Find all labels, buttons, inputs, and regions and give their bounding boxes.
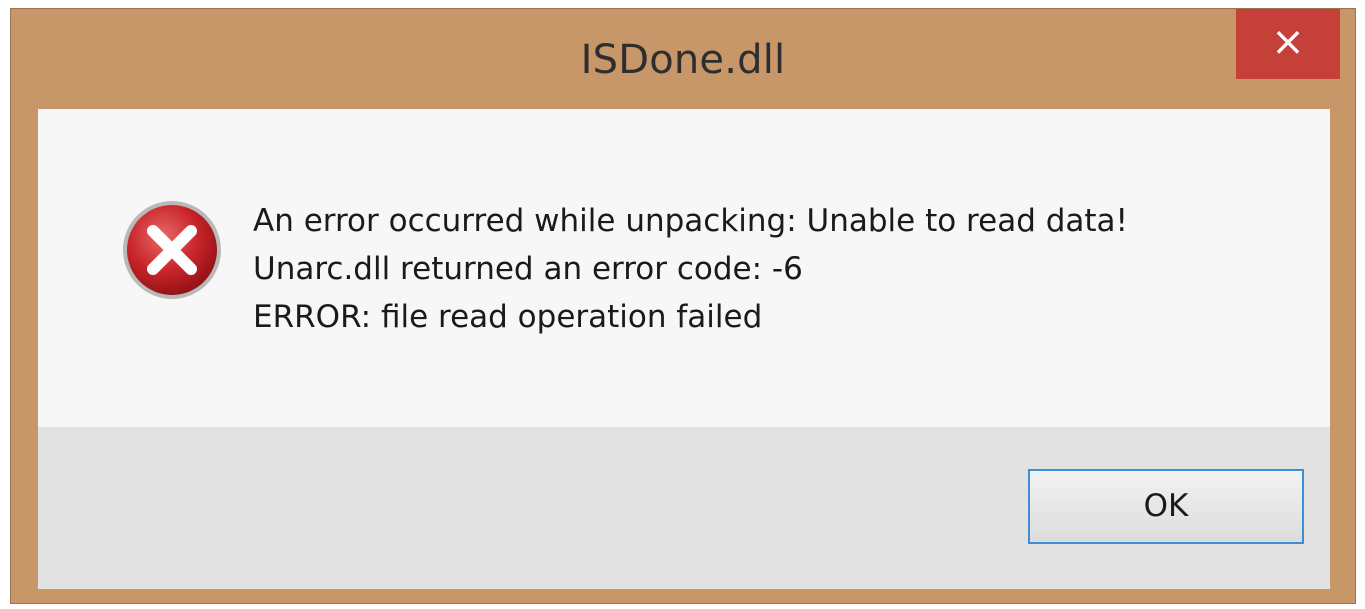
- title-bar[interactable]: ISDone.dll ×: [11, 9, 1355, 109]
- window-title: ISDone.dll: [580, 37, 786, 83]
- error-icon: [123, 201, 221, 299]
- message-panel: An error occurred while unpacking: Unabl…: [38, 109, 1330, 427]
- button-bar: OK: [38, 427, 1330, 589]
- message-line-2: Unarc.dll returned an error code: -6: [253, 251, 803, 287]
- dialog-window: ISDone.dll × An error occurred while unp…: [10, 8, 1356, 604]
- error-message: An error occurred while unpacking: Unabl…: [253, 197, 1128, 341]
- close-button[interactable]: ×: [1236, 9, 1340, 79]
- message-line-1: An error occurred while unpacking: Unabl…: [253, 203, 1128, 239]
- close-icon: ×: [1271, 19, 1305, 65]
- dialog-client-area: An error occurred while unpacking: Unabl…: [38, 109, 1330, 589]
- ok-button[interactable]: OK: [1028, 469, 1304, 544]
- message-line-3: ERROR: file read operation failed: [253, 299, 763, 335]
